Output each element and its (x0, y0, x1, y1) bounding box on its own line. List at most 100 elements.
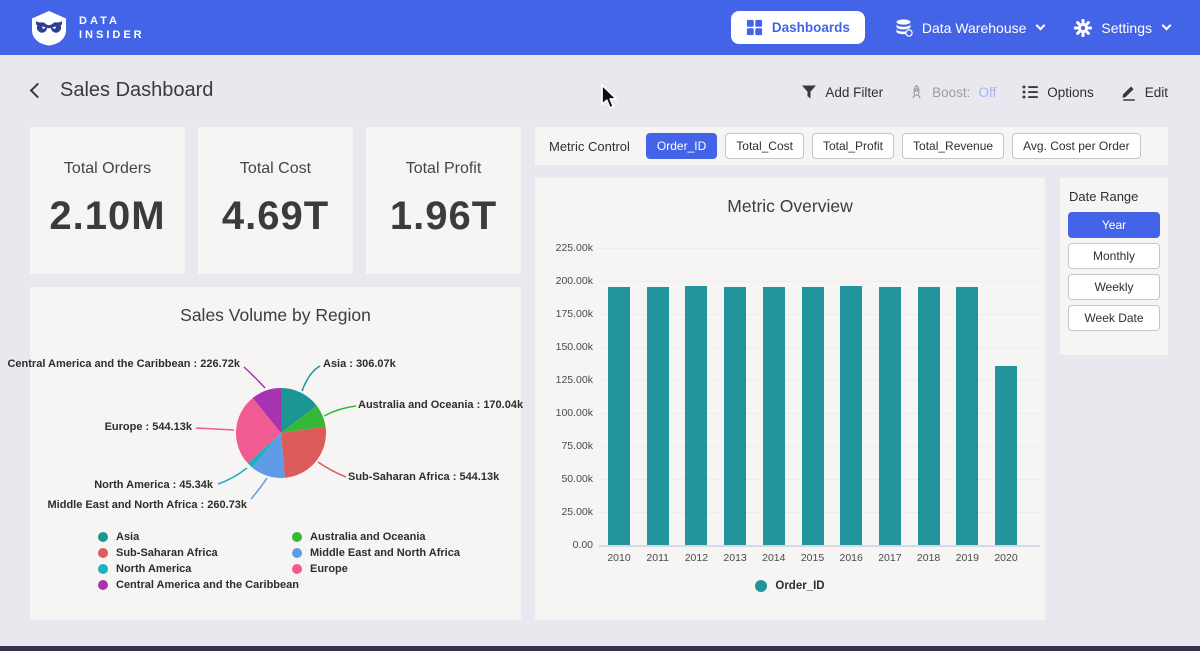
pie-svg (236, 388, 326, 478)
filter-funnel-icon (801, 84, 817, 100)
legend-label: North America (116, 563, 191, 575)
pie-label-sub-saharan-africa: Sub-Saharan Africa : 544.13k (348, 471, 499, 483)
options-list-icon (1022, 84, 1039, 100)
boost-toggle[interactable]: Boost: Off (909, 84, 996, 100)
legend-label: Central America and the Caribbean (116, 579, 299, 591)
pie-legend-item-asia: Asia (98, 531, 299, 542)
app: DATA INSIDER Dashboards (0, 0, 1200, 651)
header-actions: Add Filter Boost: Off Options (801, 83, 1168, 101)
pie-label-north-america: North America : 45.34k (94, 479, 213, 491)
chevron-down-icon (1036, 21, 1046, 31)
bar-legend: Order_ID (535, 580, 1045, 592)
pie-legend-item-sub-saharan-africa: Sub-Saharan Africa (98, 547, 299, 558)
y-tick-label: 0.00 (535, 539, 593, 551)
legend-dot (98, 564, 108, 574)
gridline (599, 248, 1040, 249)
pie-label-central-america-and-the-caribbean: Central America and the Caribbean : 226.… (7, 358, 240, 370)
x-tick-label: 2017 (868, 552, 912, 564)
pie-slice-sub-saharan-africa (281, 427, 326, 478)
kpi-value: 4.69T (198, 194, 353, 239)
bar-2011 (647, 287, 669, 545)
x-tick-label: 2018 (907, 552, 951, 564)
metric-option-total-revenue[interactable]: Total_Revenue (902, 133, 1004, 159)
data-warehouse-label: Data Warehouse (922, 20, 1027, 36)
kpi-card-total-cost: Total Cost 4.69T (198, 127, 353, 274)
pie-label-australia-and-oceania: Australia and Oceania : 170.04k (358, 399, 523, 411)
bottom-edge (0, 646, 1200, 651)
y-tick-label: 125.00k (535, 374, 593, 386)
bar-legend-label: Order_ID (775, 580, 824, 592)
pie-legend-col-1: Asia Sub-Saharan Africa North America Centr… (98, 531, 299, 590)
x-tick-label: 2011 (636, 552, 680, 564)
pie-legend-item-central-america-and-the-caribbean: Central America and the Caribbean (98, 579, 299, 590)
dashboards-button[interactable]: Dashboards (731, 11, 865, 44)
options-button[interactable]: Options (1022, 84, 1094, 100)
legend-dot (98, 548, 108, 558)
bar-2018 (918, 287, 940, 545)
x-tick-label: 2013 (713, 552, 757, 564)
edit-pencil-icon (1120, 83, 1137, 101)
gridline (599, 281, 1040, 282)
date-range-option-monthly[interactable]: Monthly (1068, 243, 1160, 269)
bar-2019 (956, 287, 978, 545)
legend-dot (292, 564, 302, 574)
boost-label: Boost: (932, 85, 970, 100)
x-tick-label: 2010 (597, 552, 641, 564)
pie-leader-line-middle-east-and-north-africa (251, 478, 267, 499)
bar-2015 (802, 287, 824, 545)
bar-2020 (995, 366, 1017, 545)
mouse-cursor (600, 84, 622, 111)
kpi-value: 2.10M (30, 194, 185, 239)
x-tick-label: 2019 (945, 552, 989, 564)
x-tick-label: 2012 (674, 552, 718, 564)
legend-dot (292, 548, 302, 558)
legend-label: Australia and Oceania (310, 531, 426, 543)
y-tick-label: 100.00k (535, 407, 593, 419)
brand-line2: INSIDER (79, 28, 145, 42)
metric-control-options: Order_ID Total_Cost Total_Profit Total_Reve… (646, 133, 1141, 159)
date-range-panel: Date Range YearMonthlyWeeklyWeek Date (1060, 178, 1168, 355)
bar-2017 (879, 287, 901, 545)
kpi-value: 1.96T (366, 194, 521, 239)
pie-card: Sales Volume by Region Asia Sub-Saharan A… (30, 287, 521, 620)
date-range-option-week-date[interactable]: Week Date (1068, 305, 1160, 331)
pie-leader-line-central-america-and-the-caribbean (244, 367, 265, 388)
x-tick-label: 2014 (752, 552, 796, 564)
data-warehouse-menu[interactable]: Data Warehouse (895, 19, 1045, 37)
metric-option-total-profit[interactable]: Total_Profit (812, 133, 894, 159)
date-range-option-weekly[interactable]: Weekly (1068, 274, 1160, 300)
kpi-label: Total Profit (366, 160, 521, 178)
pie-leader-line-europe (196, 428, 234, 430)
settings-label: Settings (1101, 20, 1152, 36)
metric-option-avg-cost-per-order[interactable]: Avg. Cost per Order (1012, 133, 1141, 159)
edit-button[interactable]: Edit (1120, 83, 1168, 101)
date-range-option-year[interactable]: Year (1068, 212, 1160, 238)
y-tick-label: 225.00k (535, 242, 593, 254)
pie-chart-title: Sales Volume by Region (30, 305, 521, 326)
bar-plot: 225.00k200.00k175.00k150.00k125.00k100.0… (535, 178, 1045, 620)
settings-menu[interactable]: Settings (1074, 19, 1170, 37)
metric-option-order-id[interactable]: Order_ID (646, 133, 717, 159)
kpi-label: Total Orders (30, 160, 185, 178)
metric-option-total-cost[interactable]: Total_Cost (725, 133, 804, 159)
add-filter-button[interactable]: Add Filter (801, 84, 883, 100)
rocket-icon (909, 84, 924, 100)
legend-dot (292, 532, 302, 542)
bar-card: Metric Overview 225.00k200.00k175.00k150… (535, 178, 1045, 620)
navbar: DATA INSIDER Dashboards (0, 0, 1200, 55)
bar-2013 (724, 287, 746, 545)
pie-legend-col-2: Australia and OceaniaMiddle East and Nor… (292, 531, 460, 574)
owl-logo-icon (30, 10, 68, 46)
pie-legend-item-australia-and-oceania: Australia and Oceania (292, 531, 460, 542)
pie-label-middle-east-and-north-africa: Middle East and North Africa : 260.73k (48, 499, 247, 511)
pie-legend-item-north-america: North America (98, 563, 299, 574)
legend-label: Sub-Saharan Africa (116, 547, 218, 559)
legend-label: Asia (116, 531, 139, 543)
dashboards-grid-icon (746, 19, 763, 36)
brand[interactable]: DATA INSIDER (30, 10, 145, 46)
back-button[interactable] (28, 83, 44, 99)
bar-2016 (840, 286, 862, 545)
date-range-options: Year Monthly Weekly Week Date (1060, 212, 1168, 331)
bar-2012 (685, 286, 707, 545)
legend-label: Europe (310, 563, 348, 575)
